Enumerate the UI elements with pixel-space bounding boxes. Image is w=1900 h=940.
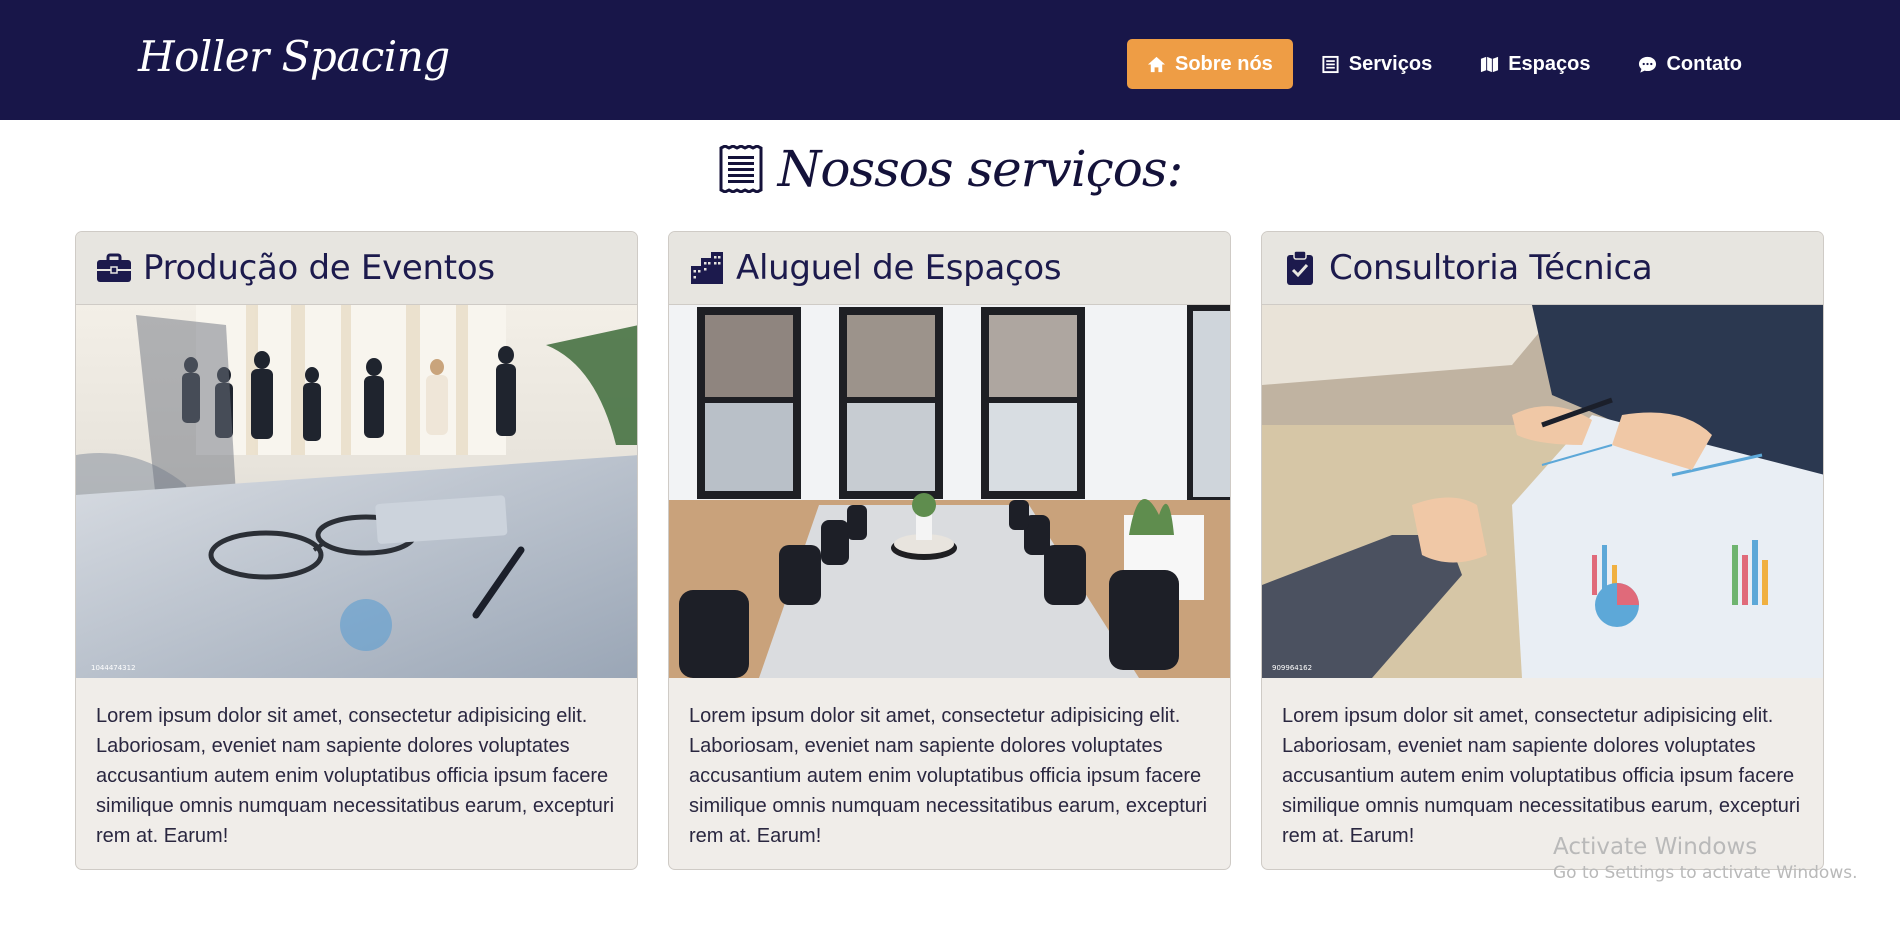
card-title: Produção de Eventos bbox=[143, 248, 495, 288]
nav-item-espacos[interactable]: Espaços bbox=[1460, 39, 1610, 89]
card-description: Lorem ipsum dolor sit amet, consectetur … bbox=[96, 705, 615, 847]
service-card-espacos: Aluguel de Espaços Lorem ipsum dolor sit… bbox=[668, 231, 1231, 870]
nav-item-contato[interactable]: Contato bbox=[1618, 39, 1762, 89]
svg-text:1044474312: 1044474312 bbox=[91, 664, 136, 672]
brand-logo[interactable]: Holler Spacing bbox=[138, 32, 450, 81]
main-nav: Sobre nós Serviços Espaços Contato bbox=[1127, 39, 1762, 89]
svg-text:909964162: 909964162 bbox=[1272, 664, 1312, 672]
nav-item-sobre-nos[interactable]: Sobre nós bbox=[1127, 39, 1293, 89]
clipboard-check-icon bbox=[1282, 250, 1318, 286]
home-icon bbox=[1147, 55, 1166, 74]
nav-item-label: Sobre nós bbox=[1175, 52, 1273, 75]
services-heading: Nossos serviços: bbox=[0, 140, 1900, 198]
watermark-line-2: Go to Settings to activate Windows. bbox=[1553, 863, 1858, 883]
map-icon bbox=[1480, 55, 1499, 74]
office-team-meeting-photo: 1044474312 bbox=[76, 305, 637, 678]
receipt-icon bbox=[718, 145, 764, 193]
card-description: Lorem ipsum dolor sit amet, consectetur … bbox=[1282, 705, 1801, 847]
receipt-icon bbox=[1321, 55, 1340, 74]
card-header: Produção de Eventos bbox=[76, 232, 637, 305]
meeting-room-photo bbox=[669, 305, 1230, 678]
windows-activation-watermark: Activate Windows Go to Settings to activ… bbox=[1553, 834, 1858, 883]
service-card-eventos: Produção de Eventos 1044474312 Lorem ips… bbox=[75, 231, 638, 870]
nav-item-label: Contato bbox=[1666, 52, 1742, 75]
nav-item-servicos[interactable]: Serviços bbox=[1301, 39, 1452, 89]
card-title: Aluguel de Espaços bbox=[736, 248, 1062, 288]
business-consulting-photo: 909964162 bbox=[1262, 305, 1823, 678]
navbar: Holler Spacing Sobre nós Serviços Espaço… bbox=[0, 0, 1900, 120]
card-description: Lorem ipsum dolor sit amet, consectetur … bbox=[689, 705, 1208, 847]
nav-item-label: Espaços bbox=[1508, 52, 1591, 75]
card-header: Consultoria Técnica bbox=[1262, 232, 1823, 305]
card-title: Consultoria Técnica bbox=[1329, 248, 1653, 288]
nav-item-label: Serviços bbox=[1348, 52, 1433, 75]
service-card-consultoria: Consultoria Técnica 909964162 Lorem ipsu… bbox=[1261, 231, 1824, 870]
card-header: Aluguel de Espaços bbox=[669, 232, 1230, 305]
watermark-line-1: Activate Windows bbox=[1553, 834, 1758, 860]
chat-icon bbox=[1638, 55, 1657, 74]
briefcase-icon bbox=[96, 250, 132, 286]
city-icon bbox=[689, 250, 725, 286]
page-title: Nossos serviços: bbox=[777, 140, 1184, 198]
